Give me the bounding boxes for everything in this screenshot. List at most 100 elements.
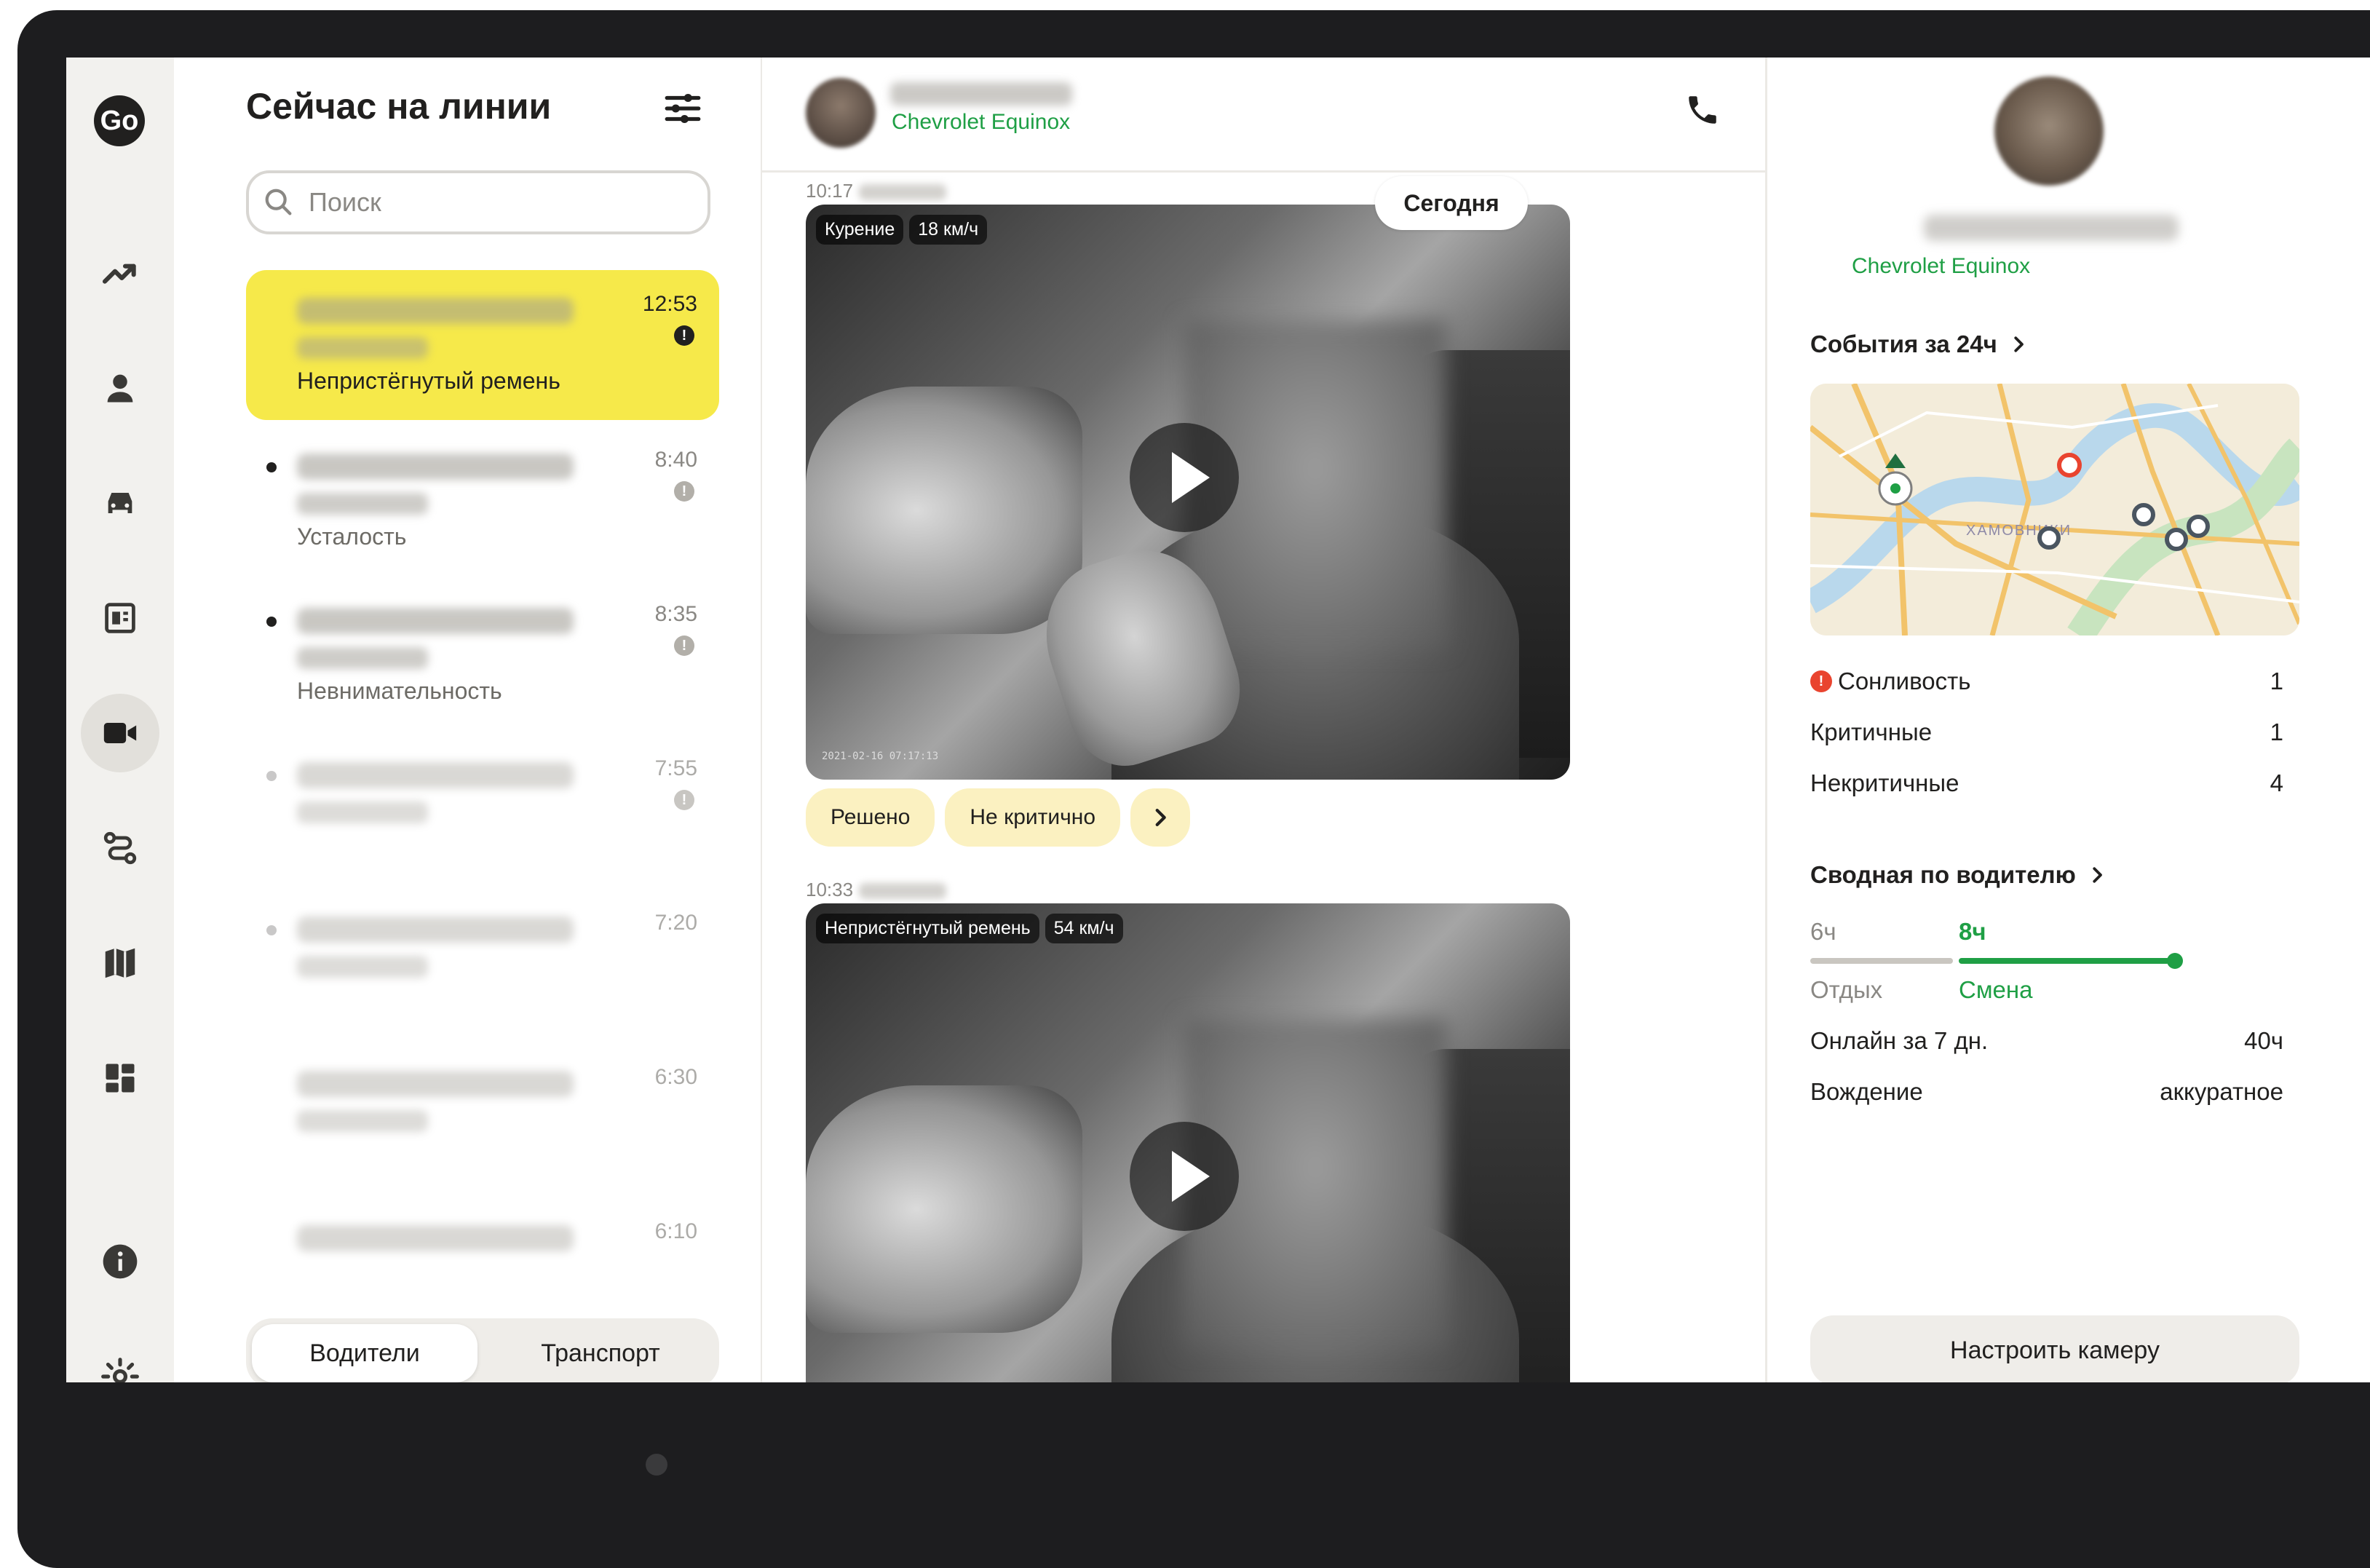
alert-icon: !: [674, 635, 694, 656]
event-time: 8:40: [654, 448, 697, 472]
nav-settings[interactable]: [81, 1337, 159, 1382]
nav-reports[interactable]: [81, 579, 159, 657]
avatar[interactable]: [806, 78, 876, 148]
speed-tag: 54 км/ч: [1045, 914, 1123, 943]
unread-dot: [266, 462, 277, 472]
stat-row: Онлайн за 7 дн. 40ч: [1810, 1027, 2283, 1055]
more-actions-button[interactable]: [1130, 788, 1191, 847]
nav-drivers[interactable]: [81, 349, 159, 427]
unread-dot: [266, 771, 277, 781]
segment-drivers[interactable]: Водители: [252, 1324, 477, 1382]
event-type: Усталость: [297, 523, 407, 550]
event-time: 6:10: [654, 1219, 697, 1243]
event-type: Непристёгнутый ремень: [297, 368, 560, 394]
plate-blurred: [297, 801, 428, 823]
driver-name-blurred: [297, 1225, 574, 1251]
settings-icon: [101, 1358, 139, 1382]
nav-analytics[interactable]: [81, 234, 159, 312]
stat-label: Некритичные: [1810, 769, 1959, 796]
camera-dot: [646, 1454, 667, 1476]
trending-up-icon: [102, 264, 136, 284]
event-video[interactable]: Непристёгнутый ремень 54 км/ч: [806, 903, 1570, 1382]
driver-name-blurred: [297, 916, 574, 943]
event-video[interactable]: Курение 18 км/ч 2021-02-16 07:17:13: [806, 205, 1570, 780]
nav-routes[interactable]: [81, 809, 159, 887]
stat-value: 1: [2270, 718, 2283, 745]
info-icon: [103, 1244, 138, 1279]
event-time: 6:30: [654, 1065, 697, 1089]
driver-name-blurred: [890, 82, 1072, 106]
plate-blurred: [297, 647, 428, 669]
nav-info[interactable]: [81, 1222, 159, 1301]
nav-map[interactable]: [81, 924, 159, 1002]
list-item[interactable]: 6:30: [246, 1043, 719, 1193]
chat-header: Chevrolet Equinox: [762, 58, 1799, 173]
app-logo[interactable]: Go: [94, 95, 145, 146]
message-meta: 10:33: [806, 879, 947, 901]
list-item[interactable]: 7:55 !: [246, 734, 719, 884]
stat-row: ! Сонливость 1: [1810, 668, 2283, 695]
shift-hours: 8ч: [1959, 918, 1986, 945]
video-timestamp: 2021-02-16 07:17:13: [822, 751, 939, 762]
message-time: 10:33: [806, 879, 854, 900]
search-box[interactable]: [246, 170, 710, 234]
driver-summary-link[interactable]: Сводная по водителю: [1810, 861, 2108, 889]
date-separator: Сегодня: [1375, 176, 1528, 230]
map-icon: [105, 948, 135, 978]
event-time: 12:53: [642, 292, 697, 316]
online-label: Онлайн за 7 дн.: [1810, 1027, 1989, 1054]
driver-details-panel: Chevrolet Equinox События за 24ч ХАМОВНИ…: [1765, 58, 2370, 1382]
route-icon: [103, 831, 137, 865]
segment-transport[interactable]: Транспорт: [488, 1324, 713, 1382]
event-actions: Решено Не критично: [806, 788, 1191, 847]
unread-dot: [266, 925, 277, 935]
filter-button[interactable]: [659, 85, 706, 132]
message-meta: 10:17: [806, 180, 947, 202]
call-button[interactable]: [1679, 87, 1726, 133]
event-tags: Курение 18 км/ч: [816, 215, 988, 245]
car-icon: [108, 493, 132, 513]
plate-blurred: [297, 337, 428, 359]
event-time: 7:55: [654, 756, 697, 780]
play-button[interactable]: [1130, 423, 1239, 532]
stat-row: Некритичные 4: [1810, 769, 2283, 797]
driver-name-blurred: [297, 298, 574, 324]
events-map[interactable]: ХАМОВНИКИ: [1810, 384, 2299, 635]
list-item[interactable]: Непристёгнутый ремень 12:53 !: [246, 270, 719, 420]
events-24h-link[interactable]: События за 24ч: [1810, 330, 2029, 358]
chevron-right-icon: [1155, 808, 1166, 827]
drivers-list-panel: Сейчас на линии Непристёгнутый ремень 12…: [174, 58, 763, 1382]
car-model: Chevrolet Equinox: [892, 110, 1071, 134]
list-item[interactable]: Невнимательность 8:35 !: [246, 580, 719, 730]
play-button[interactable]: [1130, 1122, 1239, 1231]
event-tag: Непристёгнутый ремень: [816, 914, 1039, 943]
list-item[interactable]: 7:20: [246, 889, 719, 1039]
plate-blurred: [297, 493, 428, 515]
configure-camera-button[interactable]: Настроить камеру: [1810, 1315, 2299, 1382]
not-critical-button[interactable]: Не критично: [945, 788, 1121, 847]
shift-label: Смена: [1959, 976, 2033, 1003]
phone-icon: [1689, 96, 1716, 124]
avatar: [1994, 76, 2104, 186]
video-camera-icon: [103, 723, 137, 743]
alert-icon: !: [674, 790, 694, 810]
list-title: Сейчас на линии: [246, 86, 552, 127]
event-type: Невнимательность: [297, 678, 502, 704]
user-icon: [107, 374, 133, 403]
stat-value: 1: [2270, 668, 2283, 694]
plate-blurred: [297, 956, 428, 978]
nav-vehicles[interactable]: [81, 464, 159, 542]
car-model: Chevrolet Equinox: [1852, 254, 2031, 278]
nav-video[interactable]: [81, 694, 159, 772]
nav-dashboard[interactable]: [81, 1039, 159, 1117]
search-input[interactable]: [307, 186, 689, 218]
unread-dot: [266, 617, 277, 627]
alert-icon: !: [674, 325, 694, 346]
shift-progress: [1810, 953, 2183, 969]
chevron-right-icon: [2014, 336, 2024, 352]
rest-label: Отдых: [1810, 976, 1883, 1003]
list-item[interactable]: Усталость 8:40 !: [246, 426, 719, 576]
map-tiles: ХАМОВНИКИ: [1810, 384, 2299, 635]
message-time: 10:17: [806, 180, 854, 202]
resolved-button[interactable]: Решено: [806, 788, 935, 847]
